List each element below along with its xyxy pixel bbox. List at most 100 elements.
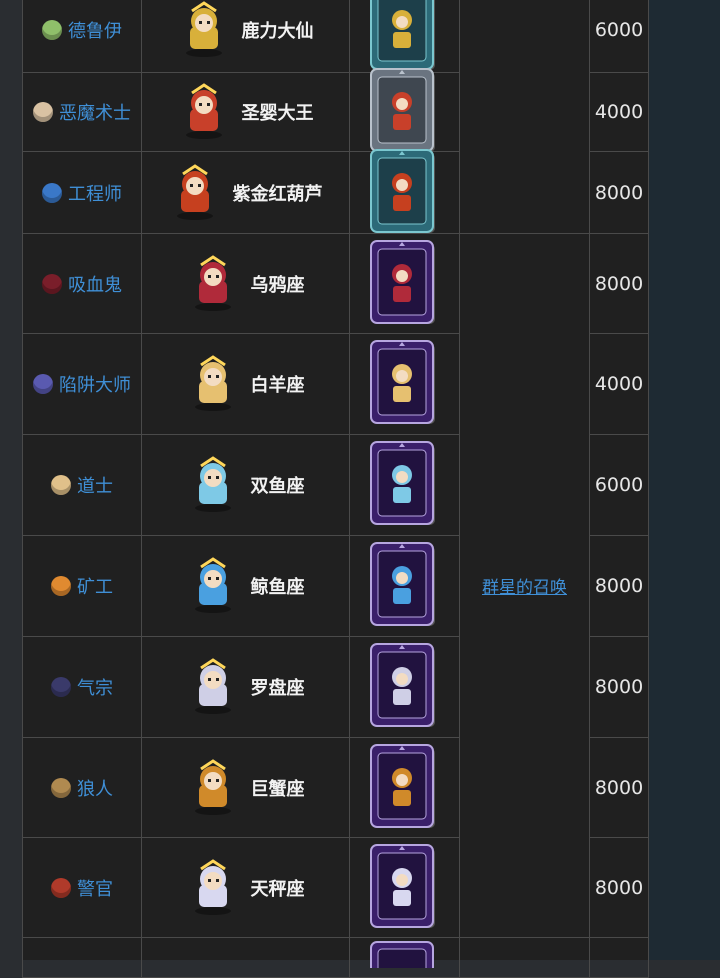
skin-name: 白羊座 bbox=[250, 375, 305, 396]
table-row-partial-cell bbox=[460, 938, 590, 978]
price-value: 6000 bbox=[594, 19, 644, 41]
skin-name: 圣婴大王 bbox=[241, 103, 314, 124]
character-name: 工程师 bbox=[68, 183, 122, 205]
skin-card-icon bbox=[369, 643, 435, 727]
skin-table: 德鲁伊 鹿力大仙 6000 恶魔术士 圣婴大王 4000 工程师 紫金红葫芦 8… bbox=[22, 0, 649, 978]
character-link[interactable]: 吸血鬼 bbox=[42, 271, 122, 297]
character-name: 矿工 bbox=[77, 577, 113, 598]
skin-cell: 鲸鱼座 bbox=[142, 536, 350, 637]
character-name: 狼人 bbox=[77, 778, 113, 800]
skin-card-icon bbox=[369, 542, 435, 626]
page-margin-right bbox=[649, 0, 720, 960]
skin-cell: 白羊座 bbox=[142, 334, 350, 435]
skin-sprite-icon bbox=[185, 1, 222, 57]
event-cell-empty bbox=[460, 0, 590, 234]
table-row-partial-cell bbox=[22, 938, 142, 978]
character-avatar-icon bbox=[33, 102, 53, 122]
character-cell: 气宗 bbox=[22, 637, 142, 738]
skin-cell: 双鱼座 bbox=[142, 435, 350, 536]
skin-card-cell bbox=[350, 0, 460, 73]
skin-card-icon bbox=[369, 68, 435, 152]
price-value: 8000 bbox=[594, 272, 644, 295]
skin-card-cell bbox=[350, 148, 460, 234]
skin-sprite-icon bbox=[194, 557, 231, 613]
price-cell: 8000 bbox=[590, 838, 649, 938]
skin-card-cell bbox=[350, 536, 460, 637]
character-avatar-icon bbox=[51, 677, 71, 697]
skin-name: 罗盘座 bbox=[250, 678, 305, 699]
skin-cell: 鹿力大仙 bbox=[142, 0, 350, 73]
page-margin-left bbox=[0, 0, 22, 960]
skin-cell: 巨蟹座 bbox=[142, 738, 350, 838]
character-link[interactable]: 德鲁伊 bbox=[42, 17, 122, 43]
character-cell: 狼人 bbox=[22, 738, 142, 838]
skin-name: 鲸鱼座 bbox=[250, 577, 305, 598]
character-avatar-icon bbox=[42, 273, 62, 294]
skin-sprite-icon bbox=[194, 758, 231, 815]
price-value: 6000 bbox=[594, 474, 644, 496]
price-value: 8000 bbox=[594, 575, 644, 597]
price-value: 8000 bbox=[594, 876, 644, 899]
table-row-partial-cell bbox=[350, 938, 460, 978]
skin-sprite-icon bbox=[194, 254, 231, 311]
skin-card-icon bbox=[369, 843, 435, 928]
character-name: 吸血鬼 bbox=[68, 274, 122, 296]
character-link[interactable]: 工程师 bbox=[42, 180, 122, 206]
event-link[interactable]: 群星的召唤 bbox=[482, 573, 567, 598]
skin-card-icon bbox=[369, 340, 435, 424]
price-cell: 4000 bbox=[590, 73, 649, 152]
skin-name: 鹿力大仙 bbox=[241, 21, 314, 42]
price-cell: 6000 bbox=[590, 435, 649, 536]
price-cell: 8000 bbox=[590, 637, 649, 738]
character-link[interactable]: 陷阱大师 bbox=[33, 371, 131, 397]
skin-card-cell bbox=[350, 738, 460, 838]
skin-name: 巨蟹座 bbox=[250, 778, 305, 800]
price-cell: 8000 bbox=[590, 536, 649, 637]
skin-card-cell bbox=[350, 68, 460, 152]
character-link[interactable]: 矿工 bbox=[51, 573, 113, 599]
skin-card-cell bbox=[350, 838, 460, 938]
skin-card-cell bbox=[350, 435, 460, 536]
skin-name: 乌鸦座 bbox=[250, 274, 305, 296]
skin-name: 紫金红葫芦 bbox=[232, 183, 323, 205]
price-value: 8000 bbox=[594, 181, 644, 204]
character-avatar-icon bbox=[42, 20, 62, 40]
skin-card-icon bbox=[369, 743, 435, 828]
price-value: 8000 bbox=[594, 676, 644, 698]
character-link[interactable]: 狼人 bbox=[51, 775, 113, 801]
character-cell: 道士 bbox=[22, 435, 142, 536]
price-cell: 4000 bbox=[590, 334, 649, 435]
skin-name: 天秤座 bbox=[250, 878, 305, 900]
character-link[interactable]: 恶魔术士 bbox=[33, 99, 131, 125]
character-avatar-icon bbox=[51, 777, 71, 798]
character-link[interactable]: 道士 bbox=[51, 472, 113, 498]
price-cell: 6000 bbox=[590, 0, 649, 73]
character-name: 气宗 bbox=[77, 678, 113, 699]
skin-card-cell bbox=[350, 334, 460, 435]
price-cell: 8000 bbox=[590, 234, 649, 334]
price-value: 8000 bbox=[594, 776, 644, 799]
skin-cell: 罗盘座 bbox=[142, 637, 350, 738]
character-cell: 矿工 bbox=[22, 536, 142, 637]
character-avatar-icon bbox=[42, 182, 62, 203]
character-avatar-icon bbox=[51, 576, 71, 596]
character-name: 德鲁伊 bbox=[68, 21, 122, 42]
character-cell: 工程师 bbox=[22, 152, 142, 234]
character-link[interactable]: 气宗 bbox=[51, 674, 113, 700]
character-cell: 德鲁伊 bbox=[22, 0, 142, 73]
character-name: 陷阱大师 bbox=[59, 375, 131, 396]
skin-sprite-icon bbox=[194, 456, 231, 512]
character-name: 道士 bbox=[77, 476, 113, 497]
skin-sprite-icon bbox=[185, 83, 222, 139]
table-row-partial-cell bbox=[590, 938, 649, 978]
skin-card-icon bbox=[369, 148, 435, 233]
skin-card-icon bbox=[369, 0, 435, 70]
skin-sprite-icon bbox=[194, 658, 231, 714]
character-link[interactable]: 警官 bbox=[51, 875, 113, 901]
skin-sprite-icon bbox=[176, 163, 213, 220]
table-row-partial-cell bbox=[142, 938, 350, 978]
character-cell: 恶魔术士 bbox=[22, 73, 142, 152]
skin-cell: 天秤座 bbox=[142, 838, 350, 938]
event-cell: 群星的召唤 bbox=[460, 234, 590, 938]
price-value: 4000 bbox=[594, 373, 644, 395]
